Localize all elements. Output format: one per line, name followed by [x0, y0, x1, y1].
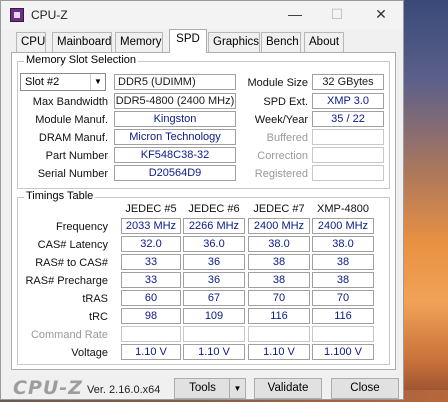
dram-manuf-field: Micron Technology — [114, 129, 236, 145]
timing-cell: 38 — [248, 254, 310, 270]
tab-about[interactable]: About — [304, 32, 344, 52]
spd-panel: Memory Slot Selection Slot #2 ▼ DDR5 (UD… — [11, 52, 396, 370]
timing-cell: 70 — [248, 290, 310, 306]
buffered-label: Buffered — [266, 132, 308, 144]
timing-cell: 32.0 — [121, 236, 181, 252]
timing-row-label: tRC — [89, 311, 108, 323]
max-bandwidth-field: DDR5-4800 (2400 MHz) — [114, 93, 236, 109]
timings-group-title: Timings Table — [24, 190, 96, 202]
timing-cell — [183, 326, 245, 342]
timing-cell: 67 — [183, 290, 245, 306]
timing-cell: 60 — [121, 290, 181, 306]
version-label: Ver. 2.16.0.x64 — [87, 384, 161, 396]
timing-cell — [248, 326, 310, 342]
timing-cell: 36 — [183, 272, 245, 288]
timing-cell: 2033 MHz — [121, 218, 181, 234]
timing-cell: 36.0 — [183, 236, 245, 252]
timings-group: Timings Table JEDEC #5 JEDEC #6 JEDEC #7… — [17, 190, 390, 365]
correction-field — [312, 147, 384, 163]
max-bandwidth-label: Max Bandwidth — [32, 96, 108, 108]
tab-mainboard[interactable]: Mainboard — [52, 32, 112, 52]
buffered-field — [312, 129, 384, 145]
timing-cell: 1.100 V — [312, 344, 374, 360]
timings-col-header: XMP-4800 — [317, 203, 369, 215]
close-icon[interactable]: ✕ — [361, 3, 401, 25]
registered-label: Registered — [254, 168, 308, 180]
minimize-icon[interactable]: — — [275, 3, 315, 25]
timing-row-label: Voltage — [71, 347, 108, 359]
timings-col-header: JEDEC #5 — [125, 203, 177, 215]
tab-bench[interactable]: Bench — [261, 32, 301, 52]
timing-cell — [312, 326, 374, 342]
timings-col-header: JEDEC #6 — [188, 203, 240, 215]
week-year-field: 35 / 22 — [312, 111, 384, 127]
module-size-field: 32 GBytes — [312, 74, 384, 90]
tools-button[interactable]: Tools ▼ — [174, 378, 246, 399]
spd-ext-field: XMP 3.0 — [312, 93, 384, 109]
tab-cpu[interactable]: CPU — [16, 32, 46, 52]
timing-cell: 2400 MHz — [312, 218, 374, 234]
registered-field — [312, 165, 384, 181]
spd-ext-label: SPD Ext. — [263, 96, 308, 108]
slot-select-value: Slot #2 — [25, 76, 60, 88]
validate-button[interactable]: Validate — [254, 378, 322, 399]
timing-cell: 98 — [121, 308, 181, 324]
chevron-down-icon: ▼ — [90, 74, 105, 90]
part-number-label: Part Number — [45, 150, 108, 162]
timing-cell: 116 — [312, 308, 374, 324]
cpuz-window: CPU-Z — ☐ ✕ CPU Mainboard Memory SPD Gra… — [0, 0, 404, 400]
memory-type-field: DDR5 (UDIMM) — [114, 74, 236, 90]
timing-cell: 2400 MHz — [248, 218, 310, 234]
timing-row-label: RAS# Precharge — [25, 275, 108, 287]
timing-cell: 38 — [248, 272, 310, 288]
tab-graphics[interactable]: Graphics — [208, 32, 260, 52]
timing-cell: 70 — [312, 290, 374, 306]
timing-row-label: RAS# to CAS# — [35, 257, 108, 269]
timing-cell: 38.0 — [248, 236, 310, 252]
serial-number-field: D20564D9 — [114, 165, 236, 181]
slot-select[interactable]: Slot #2 ▼ — [20, 73, 106, 91]
timing-cell: 33 — [121, 272, 181, 288]
memory-slot-group-title: Memory Slot Selection — [24, 54, 139, 66]
chevron-down-icon[interactable]: ▼ — [229, 379, 245, 398]
memory-slot-group: Memory Slot Selection Slot #2 ▼ DDR5 (UD… — [17, 54, 390, 189]
close-button[interactable]: Close — [331, 378, 399, 399]
maximize-icon[interactable]: ☐ — [317, 3, 357, 25]
cpuz-logo: CPU-Z — [13, 377, 83, 399]
title-bar[interactable]: CPU-Z — ☐ ✕ — [1, 1, 403, 29]
window-title: CPU-Z — [31, 8, 68, 22]
timing-cell: 1.10 V — [121, 344, 181, 360]
module-manuf-label: Module Manuf. — [35, 114, 108, 126]
timing-cell: 38 — [312, 272, 374, 288]
tab-spd[interactable]: SPD — [169, 29, 207, 53]
tools-button-label: Tools — [189, 382, 216, 394]
desktop-wallpaper — [404, 0, 448, 402]
timing-row-label: Frequency — [56, 221, 108, 233]
timing-cell: 36 — [183, 254, 245, 270]
tab-memory[interactable]: Memory — [115, 32, 163, 52]
part-number-field: KF548C38-32 — [114, 147, 236, 163]
timing-cell: 38.0 — [312, 236, 374, 252]
timing-cell: 1.10 V — [183, 344, 245, 360]
cpuz-app-icon — [10, 8, 24, 22]
timing-cell: 33 — [121, 254, 181, 270]
module-size-label: Module Size — [247, 77, 308, 89]
timing-cell: 1.10 V — [248, 344, 310, 360]
timing-cell: 2266 MHz — [183, 218, 245, 234]
timing-cell: 38 — [312, 254, 374, 270]
correction-label: Correction — [257, 150, 308, 162]
dram-manuf-label: DRAM Manuf. — [38, 132, 108, 144]
week-year-label: Week/Year — [254, 114, 308, 126]
timing-cell — [121, 326, 181, 342]
serial-number-label: Serial Number — [37, 168, 108, 180]
module-manuf-field: Kingston — [114, 111, 236, 127]
timing-row-label: CAS# Latency — [37, 239, 108, 251]
timing-cell: 109 — [183, 308, 245, 324]
timings-col-header: JEDEC #7 — [253, 203, 305, 215]
timing-cell: 116 — [248, 308, 310, 324]
timing-row-label: Command Rate — [30, 329, 108, 341]
timing-row-label: tRAS — [82, 293, 108, 305]
